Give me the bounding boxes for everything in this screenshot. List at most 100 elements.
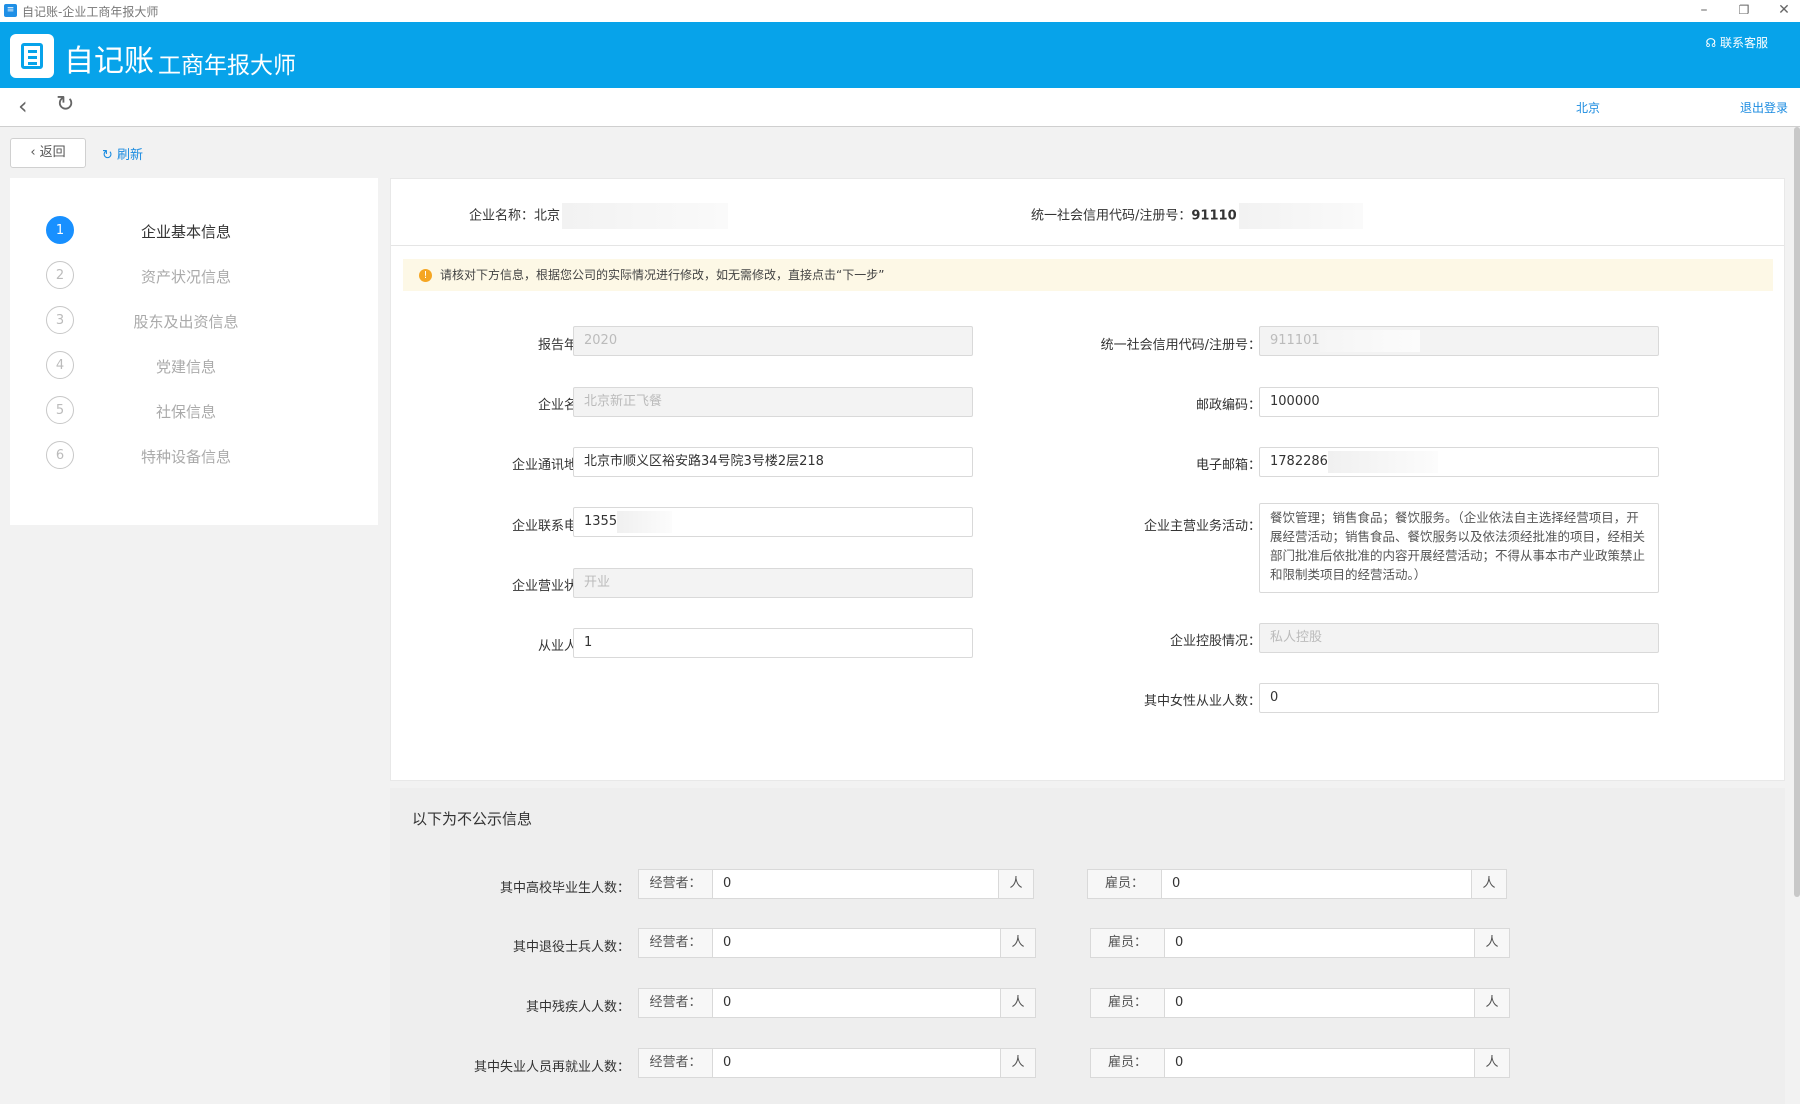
email-value: 1782286 [1270, 454, 1328, 469]
step-label: 特种设备信息 [140, 448, 231, 466]
step-assets-info[interactable]: 2 资产状况信息 [46, 261, 346, 293]
credit-code-summary: 统一社会信用代码/注册号：91110 [1031, 203, 1363, 229]
contact-service-link[interactable]: ☊ 联系客服 [1705, 34, 1768, 51]
non-public-title: 以下为不公示信息 [412, 810, 533, 828]
contact-service-label: 联系客服 [1719, 36, 1768, 50]
vertical-scrollbar[interactable] [1794, 127, 1800, 897]
operator-prefix: 经营者： [639, 929, 713, 957]
step-number: 3 [46, 306, 74, 334]
refresh-button-label: 刷新 [117, 148, 144, 163]
chevron-left-icon: ‹ [30, 145, 36, 160]
brand-name: 自记账 [64, 44, 154, 79]
unit-suffix: 人 [998, 870, 1033, 898]
step-special-equipment-info[interactable]: 6 特种设备信息 [46, 441, 346, 473]
unit-suffix: 人 [1000, 1049, 1035, 1077]
operator-prefix: 经营者： [639, 1049, 713, 1077]
credit-code-summary-value: 91110 [1191, 208, 1237, 224]
restore-icon[interactable]: ❐ [1726, 0, 1762, 22]
logo-icon [10, 34, 54, 78]
email-label: 电子邮箱： [1195, 458, 1261, 473]
step-label: 资产状况信息 [140, 268, 231, 286]
disabled-label: 其中残疾人人数： [525, 1000, 630, 1015]
city-link[interactable]: 北京 [1576, 99, 1600, 116]
redacted-block [1319, 329, 1420, 352]
credit-code-label: 统一社会信用代码/注册号： [1100, 338, 1261, 353]
unit-suffix: 人 [1000, 989, 1035, 1017]
close-icon[interactable]: ✕ [1766, 0, 1800, 22]
business-status-input[interactable]: 开业 [573, 568, 973, 598]
step-number: 1 [46, 216, 74, 244]
refresh-small-icon: ↻ [102, 148, 113, 163]
unit-suffix: 人 [1471, 870, 1506, 898]
reemployed-employee-value: 0 [1175, 1055, 1184, 1070]
notice-text: 请核对下方信息，根据您公司的实际情况进行修改，如无需修改，直接点击“下一步” [440, 268, 885, 282]
redacted-block [1327, 450, 1438, 473]
step-number: 2 [46, 261, 74, 289]
unit-suffix: 人 [1474, 1049, 1509, 1077]
minimize-icon[interactable]: – [1686, 0, 1722, 22]
graduates-employee-value: 0 [1172, 876, 1181, 891]
disabled-employee-input[interactable]: 雇员： 0 人 [1090, 988, 1510, 1018]
employee-prefix: 雇员： [1091, 1049, 1165, 1077]
step-label: 党建信息 [155, 358, 216, 376]
step-shareholder-info[interactable]: 3 股东及出资信息 [46, 306, 346, 338]
navbar: ‹ ↻ 北京 退出登录 [0, 88, 1800, 127]
veterans-label: 其中退役士兵人数： [512, 940, 630, 955]
return-button[interactable]: ‹ 返回 [10, 138, 86, 168]
redacted-block [1238, 203, 1363, 229]
headset-icon: ☊ [1705, 36, 1717, 50]
female-employees-input[interactable]: 0 [1259, 683, 1659, 713]
step-number: 5 [46, 396, 74, 424]
postcode-input[interactable]: 100000 [1259, 387, 1659, 417]
graduates-operator-input[interactable]: 经营者： 0 人 [638, 869, 1034, 899]
veterans-operator-input[interactable]: 经营者： 0 人 [638, 928, 1036, 958]
veterans-employee-value: 0 [1175, 935, 1184, 950]
report-year-input[interactable]: 2020 [573, 326, 973, 356]
graduates-employee-input[interactable]: 雇员： 0 人 [1087, 869, 1507, 899]
holding-input[interactable]: 私人控股 [1259, 623, 1659, 653]
product-name: 工商年报大师 [158, 53, 296, 79]
main-business-textarea[interactable]: 餐饮管理；销售食品；餐饮服务。（企业依法自主选择经营项目，开展经营活动；销售食品… [1259, 503, 1659, 593]
step-label: 股东及出资信息 [133, 313, 239, 331]
main-form-panel: 企业名称：北京 统一社会信用代码/注册号：91110 ! 请核对下方信息，根据您公… [390, 178, 1785, 781]
notice-banner: ! 请核对下方信息，根据您公司的实际情况进行修改，如无需修改，直接点击“下一步” [403, 259, 1773, 291]
step-social-security-info[interactable]: 5 社保信息 [46, 396, 346, 428]
step-number: 4 [46, 351, 74, 379]
steps-sidebar: 1 企业基本信息 2 资产状况信息 3 股东及出资信息 4 党建信息 5 社保信… [10, 178, 378, 525]
disabled-operator-value: 0 [723, 995, 732, 1010]
credit-code-input[interactable]: 911101 [1259, 326, 1659, 356]
company-name-summary-label: 企业名称： [469, 208, 535, 224]
disabled-employee-value: 0 [1175, 995, 1184, 1010]
employees-input[interactable]: 1 [573, 628, 973, 658]
step-party-info[interactable]: 4 党建信息 [46, 351, 346, 383]
logout-link[interactable]: 退出登录 [1740, 99, 1788, 116]
postcode-label: 邮政编码： [1195, 398, 1261, 413]
reemployed-employee-input[interactable]: 雇员： 0 人 [1090, 1048, 1510, 1078]
operator-prefix: 经营者： [639, 870, 713, 898]
reemployed-operator-input[interactable]: 经营者： 0 人 [638, 1048, 1036, 1078]
step-label: 企业基本信息 [140, 223, 231, 241]
email-input[interactable]: 1782286 [1259, 447, 1659, 477]
unit-suffix: 人 [1474, 989, 1509, 1017]
window-title: 自记账-企业工商年报大师 [22, 5, 159, 19]
step-label: 社保信息 [155, 403, 216, 421]
warning-icon: ! [419, 269, 432, 282]
veterans-operator-value: 0 [723, 935, 732, 950]
app-header: 自记账 工商年报大师 ☊ 联系客服 [0, 22, 1800, 88]
unit-suffix: 人 [1000, 929, 1035, 957]
employee-prefix: 雇员： [1091, 929, 1165, 957]
refresh-button[interactable]: ↻ 刷新 [102, 144, 143, 163]
phone-input[interactable]: 1355 [573, 507, 973, 537]
non-public-section: 以下为不公示信息 其中高校毕业生人数： 经营者： 0 人 雇员： 0 人 其中退役士兵人… [390, 788, 1785, 1104]
refresh-icon[interactable]: ↻ [56, 92, 74, 117]
company-name-summary: 企业名称：北京 [469, 203, 729, 229]
address-input[interactable]: 北京市顺义区裕安路34号院3号楼2层218 [573, 447, 973, 477]
company-name-summary-value: 北京 [534, 208, 561, 224]
company-name-input[interactable]: 北京新正飞餐 [573, 387, 973, 417]
app-icon: ≡ [4, 4, 17, 17]
back-arrow-icon[interactable]: ‹ [18, 92, 28, 120]
disabled-operator-input[interactable]: 经营者： 0 人 [638, 988, 1036, 1018]
veterans-employee-input[interactable]: 雇员： 0 人 [1090, 928, 1510, 958]
reemployed-operator-value: 0 [723, 1055, 732, 1070]
step-basic-info[interactable]: 1 企业基本信息 [46, 216, 346, 248]
